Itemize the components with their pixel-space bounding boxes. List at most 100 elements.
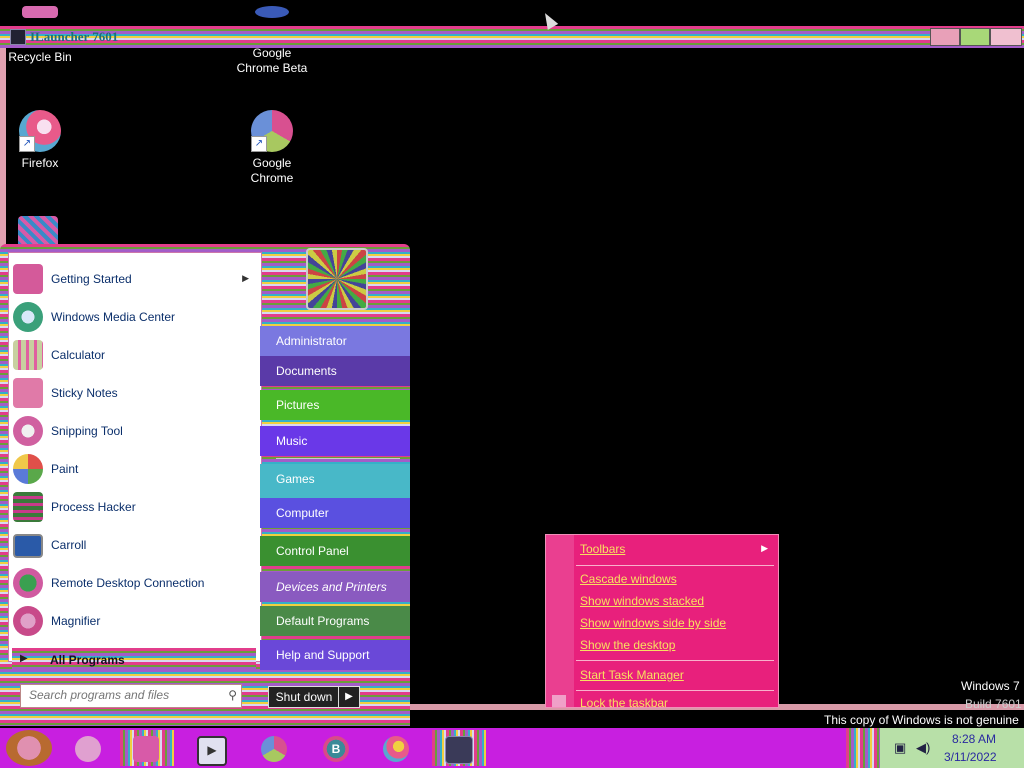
start-search-box[interactable]: ⚲: [20, 684, 242, 708]
context-separator: [576, 565, 774, 566]
start-link-label: Documents: [276, 364, 337, 378]
start-item-label: Sticky Notes: [51, 386, 118, 400]
all-programs-label: All Programs: [50, 653, 125, 667]
taskbar-app-2[interactable]: [120, 730, 174, 766]
edge-beta-icon: B: [323, 736, 349, 762]
start-search-input[interactable]: [21, 685, 219, 705]
taskbar-chrome[interactable]: [248, 730, 302, 766]
context-item-side-by-side[interactable]: Show windows side by side: [580, 616, 726, 630]
watermark-os: Windows 7: [961, 679, 1020, 693]
start-menu-places-pane: Administrator Documents Pictures Music G…: [260, 244, 410, 726]
context-item-toolbars[interactable]: Toolbars: [580, 542, 772, 556]
start-link-label: Pictures: [276, 398, 320, 412]
app-icon-2: [133, 736, 159, 762]
start-link-label: Music: [276, 434, 308, 448]
places-separator: [276, 458, 400, 459]
search-icon: ⚲: [228, 688, 237, 702]
start-item-label: Windows Media Center: [51, 310, 176, 324]
start-link-pictures[interactable]: Pictures: [260, 390, 410, 420]
context-item-label: Toolbars: [580, 542, 626, 556]
volume-icon[interactable]: ◀): [916, 740, 930, 756]
start-link-devices-printers[interactable]: Devices and Printers: [260, 572, 410, 602]
close-button[interactable]: [990, 28, 1022, 46]
taskbar-media-player[interactable]: ▶: [184, 730, 238, 766]
taskbar-app-1[interactable]: [62, 730, 116, 766]
start-item-label: Remote Desktop Connection: [51, 576, 205, 590]
start-item-paint[interactable]: Paint: [9, 451, 261, 489]
clock-date[interactable]: 3/11/2022: [944, 750, 997, 764]
context-item-stacked[interactable]: Show windows stacked: [580, 594, 704, 608]
context-separator: [576, 660, 774, 661]
start-orb-icon: [6, 730, 52, 766]
start-item-remote-desktop[interactable]: Remote Desktop Connection: [9, 565, 261, 603]
start-link-computer[interactable]: Computer: [260, 498, 410, 528]
start-button[interactable]: [2, 730, 56, 766]
context-item-task-manager[interactable]: Start Task Manager: [580, 668, 684, 682]
network-icon[interactable]: ▣: [894, 740, 906, 756]
launcher-title: ILauncher 7601: [30, 29, 119, 44]
launcher-app-icon: [10, 29, 26, 45]
paint-icon: [13, 454, 43, 484]
start-item-label: Calculator: [51, 348, 106, 362]
start-item-magnifier[interactable]: Magnifier: [9, 603, 261, 641]
start-link-label: Computer: [276, 506, 329, 520]
start-link-label: Devices and Printers: [276, 580, 387, 594]
clock-time[interactable]: 8:28 AM: [952, 732, 996, 746]
magnifier-icon: [13, 606, 43, 636]
start-link-music[interactable]: Music: [260, 426, 410, 456]
start-item-sticky-notes[interactable]: Sticky Notes: [9, 375, 261, 413]
context-item-lock-taskbar[interactable]: Lock the taskbar: [580, 696, 668, 707]
start-item-label: Snipping Tool: [51, 424, 123, 438]
start-item-label: Magnifier: [51, 614, 101, 628]
start-link-control-panel[interactable]: Control Panel: [260, 536, 410, 566]
start-link-label: Games: [276, 472, 315, 486]
start-link-documents[interactable]: Documents: [260, 356, 410, 386]
start-link-label: Default Programs: [276, 614, 370, 628]
start-link-games[interactable]: Games: [260, 464, 410, 498]
start-item-process-hacker[interactable]: Process Hacker: [9, 489, 261, 527]
sticky-notes-icon: [13, 378, 43, 408]
remote-desktop-icon: [13, 568, 43, 598]
start-item-label: Paint: [51, 462, 79, 476]
recycle-bin-icon: [22, 6, 58, 18]
start-item-media-center[interactable]: Windows Media Center: [9, 299, 261, 337]
triangle-right-icon: ▶: [20, 653, 28, 664]
start-item-carroll[interactable]: Carroll: [9, 527, 261, 565]
taskbar-edge-beta[interactable]: B: [310, 730, 364, 766]
taskbar-launcher[interactable]: [432, 730, 486, 766]
shutdown-options-button[interactable]: ▶: [338, 686, 360, 708]
context-item-show-desktop[interactable]: Show the desktop: [580, 638, 675, 652]
start-item-label: Getting Started: [51, 272, 132, 286]
chevron-right-icon: ▶: [242, 273, 249, 283]
start-menu-programs-pane: Getting Started ▶ Windows Media Center C…: [8, 252, 262, 662]
start-item-calculator[interactable]: Calculator: [9, 337, 261, 375]
maximize-button[interactable]: [960, 28, 990, 46]
process-hacker-icon: [13, 492, 43, 522]
start-link-default-programs[interactable]: Default Programs: [260, 606, 410, 636]
context-separator: [576, 690, 774, 691]
context-item-cascade[interactable]: Cascade windows: [580, 572, 677, 586]
start-item-label: Process Hacker: [51, 500, 136, 514]
start-menu: Getting Started ▶ Windows Media Center C…: [0, 244, 410, 726]
calculator-icon: [13, 340, 43, 370]
minimize-button[interactable]: [930, 28, 960, 46]
app-icon-1: [75, 736, 101, 762]
watermark-notice: This copy of Windows is not genuine: [824, 713, 1019, 727]
start-item-label: Carroll: [51, 538, 87, 552]
start-link-help-support[interactable]: Help and Support: [260, 640, 410, 670]
watermark-build: Build 7601: [965, 697, 1022, 711]
all-programs-button[interactable]: ▶ All Programs: [12, 648, 256, 670]
start-item-getting-started[interactable]: Getting Started ▶: [9, 261, 261, 299]
chrome-beta-icon: [255, 6, 289, 18]
user-avatar[interactable]: [306, 248, 368, 310]
launcher-titlebar[interactable]: ILauncher 7601: [0, 26, 1024, 48]
shutdown-button[interactable]: Shut down: [268, 686, 340, 708]
taskbar-context-menu: Toolbars ▶ Cascade windows Show windows …: [545, 534, 779, 708]
start-link-label: Control Panel: [276, 544, 349, 558]
start-item-snipping-tool[interactable]: Snipping Tool: [9, 413, 261, 451]
firefox-icon: [383, 736, 409, 762]
context-menu-gutter: [546, 535, 574, 707]
taskbar-firefox[interactable]: [370, 730, 424, 766]
start-link-administrator[interactable]: Administrator: [260, 326, 410, 356]
media-center-icon: [13, 302, 43, 332]
